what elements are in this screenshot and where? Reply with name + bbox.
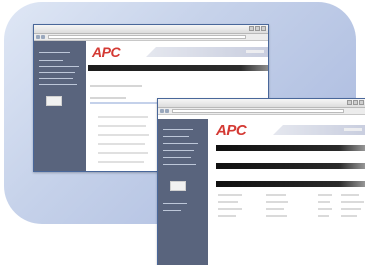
table-cell <box>218 201 238 203</box>
table-cell <box>341 208 361 210</box>
window-controls <box>249 26 266 31</box>
form-row <box>98 125 146 127</box>
section-header <box>216 163 365 169</box>
section-header <box>216 181 365 187</box>
table-cell <box>266 208 284 210</box>
sidebar-item[interactable] <box>39 78 73 79</box>
minimize-icon[interactable] <box>249 26 254 31</box>
window-titlebar <box>34 25 268 34</box>
sidebar-item[interactable] <box>39 72 75 73</box>
page-header-band <box>146 47 268 57</box>
forward-icon[interactable] <box>165 109 169 113</box>
maximize-icon[interactable] <box>255 26 260 31</box>
form-row <box>98 152 148 154</box>
sidebar-nav <box>158 119 208 265</box>
screenshot-stage: APC APC <box>0 0 365 265</box>
window-titlebar <box>158 99 365 108</box>
table-cell <box>318 215 329 217</box>
header-tag <box>344 128 362 131</box>
minimize-icon[interactable] <box>347 100 352 105</box>
forward-icon[interactable] <box>41 35 45 39</box>
back-icon[interactable] <box>36 35 40 39</box>
sidebar-item[interactable] <box>163 150 194 151</box>
header-strip <box>88 65 268 71</box>
company-logo: APC <box>92 44 121 60</box>
device-thumbnail <box>46 96 62 106</box>
sidebar-item[interactable] <box>163 143 198 144</box>
device-thumbnail <box>170 181 186 191</box>
window-controls <box>347 100 364 105</box>
sidebar-item[interactable] <box>163 157 191 158</box>
sidebar-nav <box>34 41 86 171</box>
table-cell <box>318 201 330 203</box>
form-row <box>98 161 144 163</box>
form-row <box>98 143 145 145</box>
table-cell <box>266 194 286 196</box>
sidebar-item[interactable] <box>39 66 79 67</box>
table-cell <box>341 215 357 217</box>
table-cell <box>341 201 364 203</box>
sidebar-item[interactable] <box>39 84 77 85</box>
text-line <box>90 97 126 99</box>
page-content: APC <box>208 119 365 265</box>
table-cell <box>266 201 288 203</box>
maximize-icon[interactable] <box>353 100 358 105</box>
form-row <box>98 134 149 136</box>
table-cell <box>218 208 242 210</box>
sidebar-item[interactable] <box>39 52 70 53</box>
sidebar-item[interactable] <box>39 60 63 61</box>
header-tag <box>246 50 264 53</box>
sidebar-item[interactable] <box>163 136 189 137</box>
table-cell <box>218 215 236 217</box>
sidebar-item[interactable] <box>163 164 196 165</box>
table-cell <box>318 208 332 210</box>
table-cell <box>318 194 332 196</box>
sidebar-item[interactable] <box>163 129 193 130</box>
table-cell <box>218 194 242 196</box>
text-line <box>90 85 142 87</box>
address-bar[interactable] <box>172 109 344 113</box>
form-row <box>98 116 148 118</box>
section-header <box>216 145 365 151</box>
close-icon[interactable] <box>359 100 364 105</box>
back-icon[interactable] <box>160 109 164 113</box>
sidebar-item[interactable] <box>163 203 187 204</box>
browser-toolbar <box>34 34 268 41</box>
page-header-band <box>273 125 365 135</box>
address-bar[interactable] <box>48 35 246 39</box>
company-logo: APC <box>216 122 247 139</box>
close-icon[interactable] <box>261 26 266 31</box>
sidebar-item[interactable] <box>163 210 181 211</box>
table-cell <box>341 194 359 196</box>
browser-toolbar <box>158 108 365 115</box>
browser-window-front: APC <box>157 98 365 265</box>
table-cell <box>266 215 287 217</box>
